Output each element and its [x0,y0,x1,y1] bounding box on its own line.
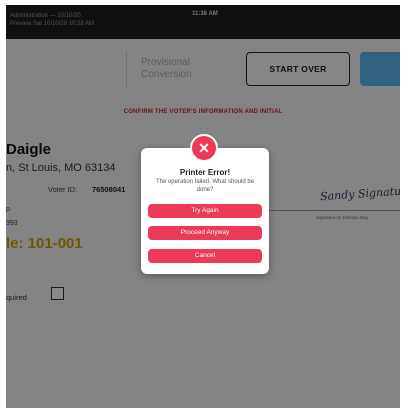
cancel-button[interactable]: Cancel [148,249,262,263]
tablet-screen: Administration — 10/10/20 Preview Sat 10… [6,5,400,408]
printer-error-dialog: Printer Error! The operation failed. Wha… [141,148,269,274]
proceed-anyway-button[interactable]: Proceed Anyway [148,226,262,240]
dialog-message: The operation failed. What should be don… [155,179,255,193]
close-icon: ✕ [190,134,218,162]
try-again-button[interactable]: Try Again [148,204,262,218]
dialog-title: Printer Error! [179,168,231,177]
